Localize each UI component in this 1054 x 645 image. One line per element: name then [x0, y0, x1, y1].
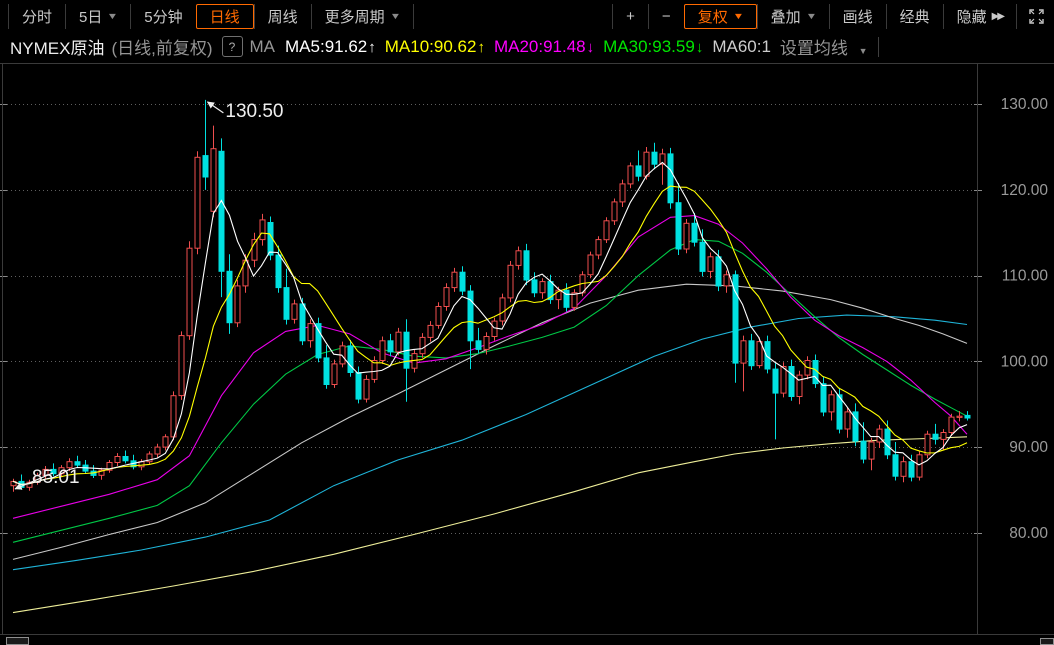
chart-legend: NYMEX原油 (日线,前复权) ? MA MA5:91.62↑ MA10:90…	[0, 31, 1054, 62]
toolbar: 分时 5日 ▼ 5分钟 日线 周线 更多周期 ▼ + − 复权 ▼ 叠加 ▼ 画线 经典…	[0, 0, 1054, 30]
down-arrow-icon: ↓	[586, 38, 595, 56]
svg-text:110.00: 110.00	[1002, 268, 1049, 285]
caret-down-icon: ▼	[107, 11, 119, 21]
svg-text:130.00: 130.00	[1001, 96, 1049, 113]
annotation-arrow	[206, 101, 224, 114]
scrollbar-thumb[interactable]	[6, 637, 29, 645]
up-arrow-icon: ↑	[368, 38, 376, 56]
caret-down-icon: ▼	[389, 11, 401, 21]
fullscreen-button[interactable]	[1023, 4, 1049, 29]
svg-text:120.00: 120.00	[1001, 182, 1049, 199]
draw-line-button[interactable]: 画线	[828, 3, 886, 29]
chart-border-layer	[0, 63, 1054, 635]
up-arrow-icon: ↑	[477, 38, 485, 56]
adjust-mode-button[interactable]: 复权 ▼	[683, 3, 757, 29]
ma30-legend: MA30:93.59↓	[603, 36, 704, 56]
ma-line-ma20	[12, 215, 968, 519]
tab-more-periods[interactable]: 更多周期 ▼	[310, 3, 414, 29]
symbol-name: NYMEX原油	[10, 39, 105, 58]
ma10-legend: MA10:90.62↑	[384, 36, 485, 56]
zoom-out-button[interactable]: −	[647, 3, 684, 29]
period-mode-label: (日线,前复权)	[111, 39, 213, 58]
tools-button-group: + − 复权 ▼ 叠加 ▼ 画线 经典 隐藏 ▶▶	[612, 0, 1049, 30]
ma-line-ma10	[12, 185, 968, 485]
legend-divider	[877, 36, 879, 57]
ma5-legend: MA5:91.62↑	[285, 36, 376, 56]
overlay-button[interactable]: 叠加 ▼	[756, 3, 829, 29]
caret-down-icon: ▼	[805, 11, 817, 21]
price-chart[interactable]: 130.00 120.00 110.00 100.00 90.00 80.00 130.50…	[0, 0, 1054, 645]
ma-lines-front-layer	[12, 161, 968, 485]
ma20-legend: MA20:91.48↓	[493, 36, 595, 56]
caret-down-icon: ▼	[732, 11, 744, 21]
annotations-layer: 130.50 85.01	[14, 101, 284, 490]
classic-style-button[interactable]: 经典	[885, 3, 943, 29]
tab-daily[interactable]: 日线	[195, 3, 254, 29]
fullscreen-icon	[1028, 8, 1044, 24]
tab-5min[interactable]: 5分钟	[130, 3, 195, 29]
svg-text:90.00: 90.00	[1009, 439, 1048, 456]
svg-text:100.00: 100.00	[1001, 353, 1049, 370]
caret-down-icon: ▼	[858, 46, 868, 56]
candles-layer	[10, 99, 971, 492]
help-button[interactable]: ?	[221, 36, 243, 57]
hide-panel-button[interactable]: 隐藏 ▶▶	[942, 3, 1017, 29]
ma-prefix-label: MA	[249, 36, 276, 56]
zoom-in-button[interactable]: +	[612, 3, 648, 29]
tab-weekly[interactable]: 周线	[253, 3, 311, 29]
tab-timeshare[interactable]: 分时	[8, 3, 65, 29]
ma-settings-button[interactable]: 设置均线 ▼	[780, 34, 868, 59]
down-arrow-icon: ↓	[695, 38, 704, 56]
svg-text:80.00: 80.00	[1009, 525, 1048, 542]
price-annotation: 130.50	[225, 101, 283, 122]
price-annotation: 85.01	[32, 467, 80, 488]
grid-layer	[0, 104, 982, 534]
ma60-legend: MA60:1	[712, 36, 771, 56]
y-axis-labels: 130.00 120.00 110.00 100.00 90.00 80.00	[1001, 96, 1049, 542]
tab-5day[interactable]: 5日 ▼	[65, 3, 130, 29]
double-arrow-right-icon: ▶▶	[991, 10, 1005, 22]
ma-line-ma120	[12, 314, 968, 571]
resize-corner[interactable]	[1040, 638, 1054, 645]
ma-line-ma5	[12, 161, 968, 485]
period-button-group: 分时 5日 ▼ 5分钟 日线 周线 更多周期 ▼	[8, 0, 414, 30]
